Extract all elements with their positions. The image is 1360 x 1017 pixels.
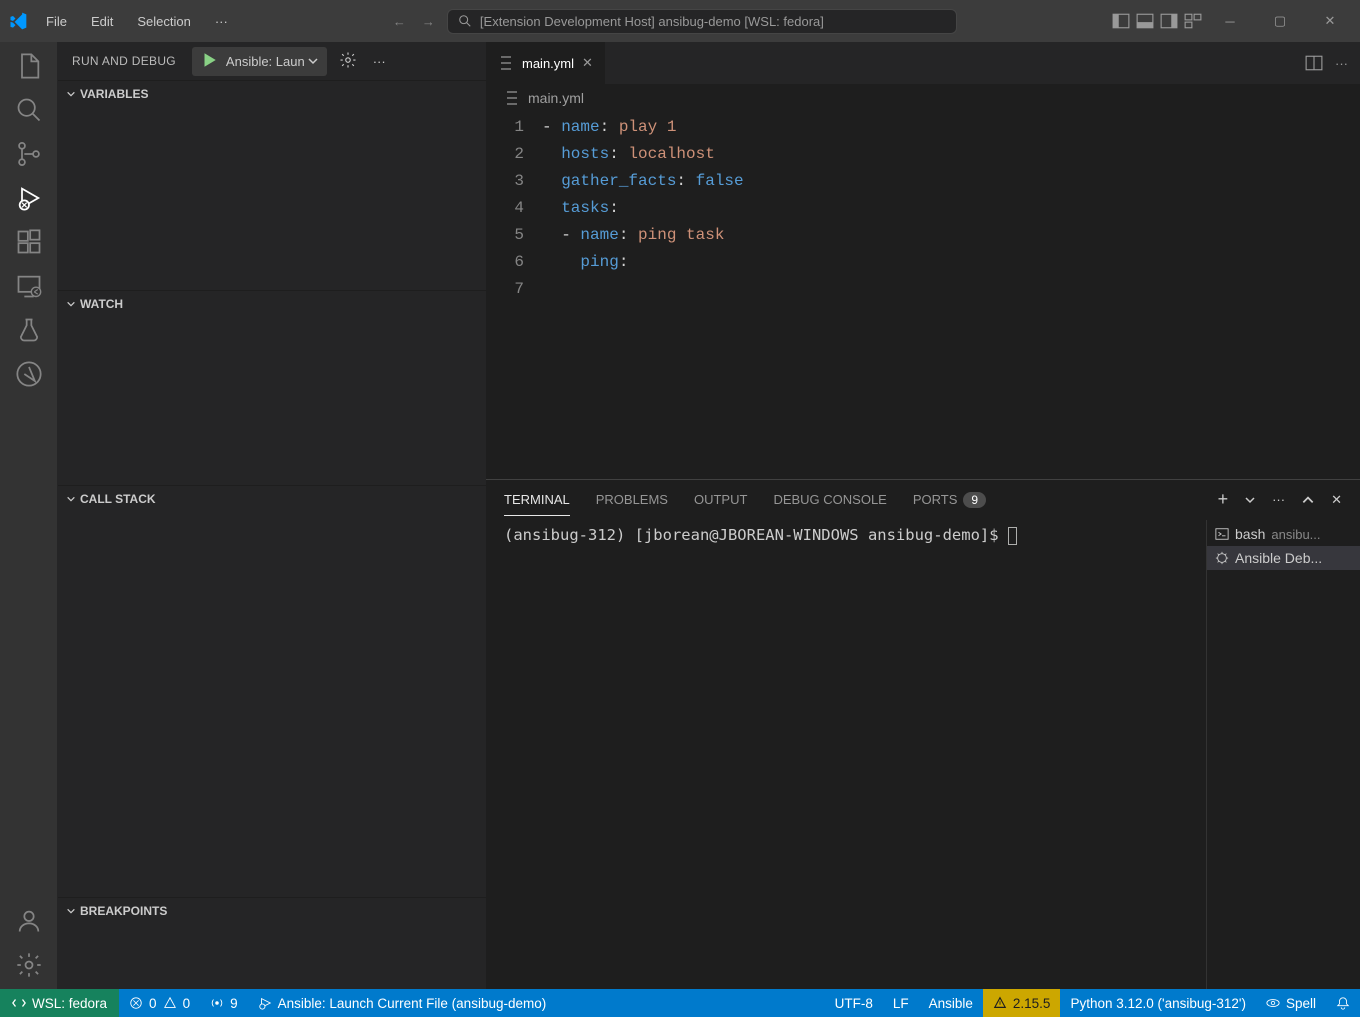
chevron-down-icon [66, 906, 76, 916]
bell-icon [1336, 996, 1350, 1010]
split-editor-icon[interactable] [1305, 54, 1323, 72]
debug-target-status[interactable]: Ansible: Launch Current File (ansibug-de… [248, 989, 557, 1017]
menu-bar: File Edit Selection ··· [36, 10, 238, 33]
remote-icon [12, 996, 26, 1010]
window-maximize-button[interactable]: ▢ [1258, 4, 1302, 38]
search-icon [458, 14, 472, 28]
terminal-list: bash ansibu... Ansible Deb... [1206, 520, 1360, 989]
activity-bar [0, 42, 58, 989]
layout-secondary-icon[interactable] [1160, 12, 1178, 30]
ports-status[interactable]: 9 [200, 989, 248, 1017]
window-close-button[interactable]: ✕ [1308, 4, 1352, 38]
ansible-icon[interactable] [15, 360, 43, 388]
accounts-icon[interactable] [15, 907, 43, 935]
window-minimize-button[interactable]: ─ [1208, 4, 1252, 38]
eye-icon [1266, 996, 1280, 1010]
sidebar-title: RUN AND DEBUG [72, 54, 176, 68]
search-icon[interactable] [15, 96, 43, 124]
warning-icon [163, 996, 177, 1010]
chevron-down-icon [307, 55, 319, 67]
debug-icon [1215, 551, 1229, 565]
problems-tab[interactable]: PROBLEMS [596, 484, 668, 515]
ansible-version-status[interactable]: 2.15.5 [983, 989, 1061, 1017]
source-control-icon[interactable] [15, 140, 43, 168]
layout-panel-icon[interactable] [1136, 12, 1154, 30]
variables-section-header[interactable]: VARIABLES [58, 80, 486, 106]
terminal-profile-chevron-icon[interactable] [1244, 494, 1256, 506]
statusbar: WSL: fedora 0 0 9 Ansible: Launch Curren… [0, 989, 1360, 1017]
layout-primary-icon[interactable] [1112, 12, 1130, 30]
tab-close-icon[interactable]: ✕ [582, 55, 593, 71]
debug-console-tab[interactable]: DEBUG CONSOLE [773, 484, 886, 515]
output-tab[interactable]: OUTPUT [694, 484, 747, 515]
remote-explorer-icon[interactable] [15, 272, 43, 300]
chevron-down-icon [66, 89, 76, 99]
bottom-panel: TERMINAL PROBLEMS OUTPUT DEBUG CONSOLE P… [486, 479, 1360, 989]
terminal-tab[interactable]: TERMINAL [504, 484, 570, 515]
nav-back-icon[interactable]: ← [393, 14, 406, 29]
terminal-item-bash[interactable]: bash ansibu... [1207, 522, 1360, 546]
menu-selection[interactable]: Selection [127, 10, 200, 33]
code-content: - name: play 1 hosts: localhost gather_f… [542, 114, 1360, 479]
ports-badge: 9 [963, 492, 986, 508]
terminal-output[interactable]: (ansibug-312) [jborean@JBOREAN-WINDOWS a… [486, 520, 1206, 989]
chevron-down-icon [66, 299, 76, 309]
editor-tab-main-yml[interactable]: main.yml ✕ [486, 42, 606, 84]
remote-indicator[interactable]: WSL: fedora [0, 989, 119, 1017]
new-terminal-icon[interactable]: + [1218, 489, 1229, 510]
run-debug-icon[interactable] [15, 184, 43, 212]
sidebar-more-icon[interactable]: ··· [369, 50, 390, 73]
python-status[interactable]: Python 3.12.0 ('ansibug-312') [1060, 989, 1256, 1017]
editor-more-icon[interactable]: ··· [1335, 56, 1348, 71]
titlebar: File Edit Selection ··· ← → [Extension D… [0, 0, 1360, 42]
start-debug-button[interactable] [194, 49, 224, 74]
editor-area: main.yml ✕ ··· main.yml 1 2 3 4 5 6 7 [486, 42, 1360, 989]
spell-status[interactable]: Spell [1256, 989, 1326, 1017]
extensions-icon[interactable] [15, 228, 43, 256]
testing-icon[interactable] [15, 316, 43, 344]
encoding-status[interactable]: UTF-8 [825, 989, 883, 1017]
command-center-text: [Extension Development Host] ansibug-dem… [480, 14, 824, 29]
debug-icon [258, 996, 272, 1010]
settings-gear-icon[interactable] [15, 951, 43, 979]
ports-tab[interactable]: PORTS9 [913, 484, 986, 515]
error-icon [129, 996, 143, 1010]
breadcrumb-item: main.yml [528, 90, 584, 106]
explorer-icon[interactable] [15, 52, 43, 80]
sidebar: RUN AND DEBUG Ansible: Laun ··· VARIABLE… [58, 42, 486, 989]
breakpoints-section-header[interactable]: BREAKPOINTS [58, 897, 486, 923]
terminal-cursor [1008, 527, 1017, 545]
file-icon [498, 55, 514, 71]
panel-close-icon[interactable]: ✕ [1331, 492, 1342, 508]
menu-file[interactable]: File [36, 10, 77, 33]
nav-forward-icon[interactable]: → [422, 14, 435, 29]
broadcast-icon [210, 996, 224, 1010]
watch-section-header[interactable]: WATCH [58, 290, 486, 316]
debug-configure-gear-icon[interactable] [335, 47, 361, 76]
file-icon [504, 90, 520, 106]
debug-config-name: Ansible: Laun [226, 54, 305, 69]
eol-status[interactable]: LF [883, 989, 919, 1017]
vscode-logo-icon [8, 11, 28, 31]
callstack-section-header[interactable]: CALL STACK [58, 485, 486, 511]
line-numbers: 1 2 3 4 5 6 7 [486, 114, 542, 479]
problems-status[interactable]: 0 0 [119, 989, 200, 1017]
debug-config-select[interactable]: Ansible: Laun [192, 47, 327, 76]
warning-icon [993, 996, 1007, 1010]
terminal-item-ansible-debug[interactable]: Ansible Deb... [1207, 546, 1360, 570]
menu-more[interactable]: ··· [205, 10, 238, 33]
menu-edit[interactable]: Edit [81, 10, 123, 33]
layout-customize-icon[interactable] [1184, 12, 1202, 30]
code-editor[interactable]: 1 2 3 4 5 6 7 - name: play 1 hosts: loca… [486, 112, 1360, 479]
command-center-search[interactable]: [Extension Development Host] ansibug-dem… [447, 9, 957, 34]
tab-label: main.yml [522, 56, 574, 71]
breadcrumb[interactable]: main.yml [486, 84, 1360, 112]
language-status[interactable]: Ansible [919, 989, 983, 1017]
terminal-icon [1215, 527, 1229, 541]
panel-maximize-icon[interactable] [1301, 493, 1315, 507]
notifications-status[interactable] [1326, 989, 1360, 1017]
panel-more-icon[interactable]: ··· [1272, 492, 1285, 507]
chevron-down-icon [66, 494, 76, 504]
